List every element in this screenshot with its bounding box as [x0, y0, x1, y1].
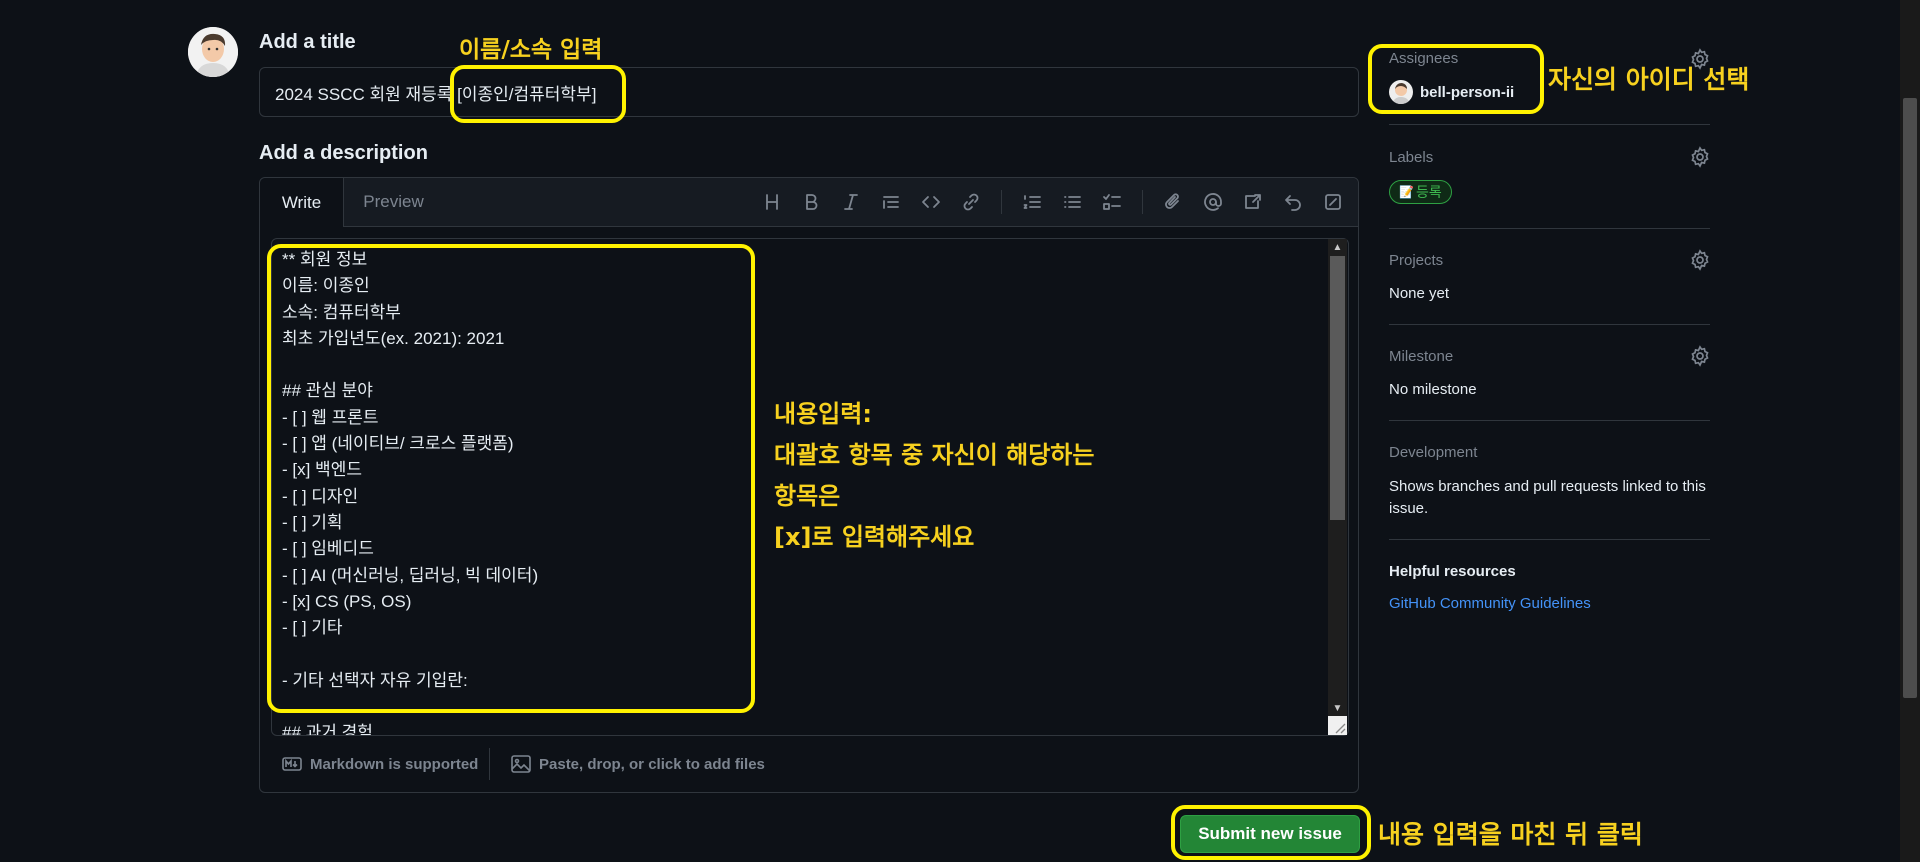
- helpful-resources-label: Helpful resources: [1389, 563, 1516, 580]
- labels-label: Labels: [1389, 149, 1434, 166]
- toolbar-divider: [1001, 190, 1002, 214]
- resize-handle[interactable]: [1328, 716, 1347, 735]
- attach-files-button[interactable]: Paste, drop, or click to add files: [511, 752, 765, 776]
- milestone-value: No milestone: [1389, 381, 1477, 398]
- body-highlight-box: [267, 244, 755, 713]
- attach-files-label: Paste, drop, or click to add files: [539, 755, 765, 773]
- label-badge-text: 등록: [1415, 184, 1442, 200]
- community-guidelines-link[interactable]: GitHub Community Guidelines: [1389, 595, 1591, 612]
- development-value: Shows branches and pull requests linked …: [1389, 478, 1706, 517]
- footer-divider: [489, 748, 490, 780]
- title-input[interactable]: 2024 SSCC 회원 재등록 [이종인/컴퓨터학부]: [259, 67, 1359, 117]
- heading-icon[interactable]: [759, 190, 785, 214]
- avatar: [188, 27, 238, 77]
- name-highlight-box: [450, 65, 626, 123]
- annotation-name-input: 이름/소속 입력: [459, 37, 603, 63]
- annotation-content-1: 내용입력:: [774, 400, 872, 428]
- undo-icon[interactable]: [1280, 190, 1306, 214]
- sidebar-divider: [1389, 420, 1710, 421]
- sidebar-divider: [1389, 228, 1710, 229]
- annotation-content-4: [x]로 입력해주세요: [774, 523, 975, 551]
- mention-icon[interactable]: [1200, 190, 1226, 214]
- sidebar-divider: [1389, 324, 1710, 325]
- code-icon[interactable]: [918, 190, 944, 214]
- tab-write[interactable]: Write: [260, 178, 344, 227]
- scroll-up-icon[interactable]: ▲: [1328, 240, 1347, 254]
- milestone-gear-icon[interactable]: [1689, 345, 1711, 367]
- development-label: Development: [1389, 444, 1478, 461]
- title-heading: Add a title: [259, 31, 356, 53]
- memo-icon: 📝: [1399, 185, 1414, 199]
- quote-icon[interactable]: [878, 190, 904, 214]
- projects-gear-icon[interactable]: [1689, 249, 1711, 271]
- scroll-down-icon[interactable]: ▼: [1328, 701, 1347, 715]
- markdown-label: Markdown is supported: [310, 755, 479, 773]
- description-line: ## 과거 경험: [282, 723, 373, 736]
- annotation-content-3: 항목은: [774, 482, 841, 510]
- annotation-submit: 내용 입력을 마친 뒤 클릭: [1378, 820, 1643, 849]
- assignee-highlight-box: [1368, 44, 1544, 114]
- fullscreen-icon[interactable]: [1320, 190, 1346, 214]
- annotation-select-id: 자신의 아이디 선택: [1548, 65, 1750, 94]
- markdown-supported-link[interactable]: Markdown is supported: [282, 752, 478, 776]
- tab-preview[interactable]: Preview: [346, 178, 441, 226]
- milestone-label: Milestone: [1389, 348, 1454, 365]
- image-icon: [511, 755, 531, 773]
- attach-icon[interactable]: [1160, 190, 1186, 214]
- italic-icon[interactable]: [838, 190, 864, 214]
- page-scroll-thumb[interactable]: [1903, 98, 1917, 698]
- reference-icon[interactable]: [1240, 190, 1266, 214]
- labels-gear-icon[interactable]: [1689, 146, 1711, 168]
- link-icon[interactable]: [958, 190, 984, 214]
- numbered-list-icon[interactable]: [1019, 190, 1045, 214]
- bold-icon[interactable]: [798, 190, 824, 214]
- description-heading: Add a description: [259, 142, 428, 164]
- projects-value: None yet: [1389, 285, 1450, 302]
- textarea-scroll-thumb[interactable]: [1330, 256, 1345, 520]
- unordered-list-icon[interactable]: [1059, 190, 1085, 214]
- annotation-content-2: 대괄호 항목 중 자신이 해당하는: [774, 441, 1095, 469]
- label-badge[interactable]: 📝 등록: [1389, 180, 1452, 204]
- markdown-icon: [282, 757, 302, 771]
- sidebar-divider: [1389, 124, 1710, 125]
- submit-highlight-box: [1171, 805, 1371, 860]
- toolbar-divider: [1142, 190, 1143, 214]
- sidebar-divider: [1389, 539, 1710, 540]
- task-list-icon[interactable]: [1099, 190, 1125, 214]
- projects-label: Projects: [1389, 252, 1444, 269]
